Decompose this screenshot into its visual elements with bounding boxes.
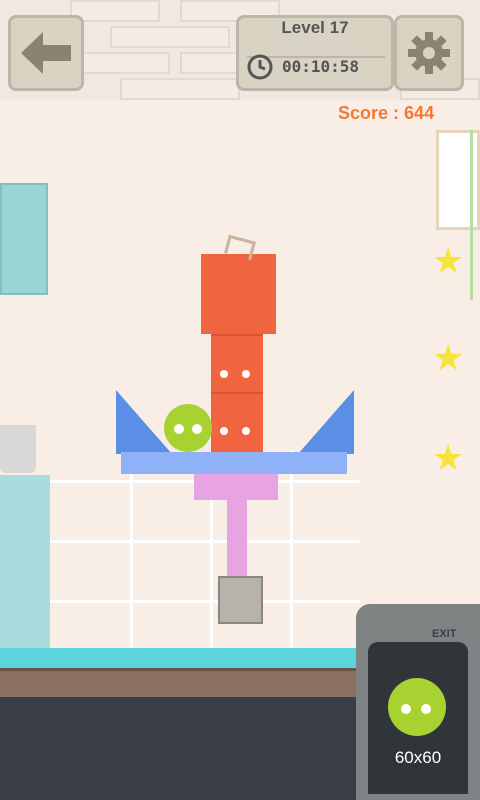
- level-indicator: Level 17: [250, 18, 380, 38]
- vine-decor: [470, 130, 473, 300]
- stone-base: [218, 576, 263, 624]
- eye: [174, 424, 184, 434]
- star-icon: ★: [432, 437, 465, 478]
- level-label: Level: [281, 18, 325, 37]
- eye: [242, 370, 250, 378]
- red-block-mid[interactable]: [211, 334, 263, 394]
- eye: [220, 370, 228, 378]
- blue-plank[interactable]: [121, 452, 347, 474]
- back-arrow-icon: [21, 32, 71, 74]
- pink-block[interactable]: [194, 474, 278, 500]
- score-label: Score :: [338, 103, 400, 123]
- eye: [242, 427, 250, 435]
- exit-label: EXIT: [432, 628, 457, 640]
- gear-icon: [408, 32, 450, 74]
- water-surface: [0, 648, 360, 670]
- ball-size-label: 60x60: [394, 748, 442, 767]
- eye: [421, 704, 431, 714]
- picture-frame-decor: [436, 130, 480, 230]
- counter-decor: [0, 475, 50, 655]
- settings-button[interactable]: [394, 15, 464, 91]
- cabinet-decor: [0, 183, 48, 295]
- star-icon: ★: [432, 240, 465, 281]
- level-number: 17: [329, 18, 349, 37]
- timer: 00:10:58: [282, 57, 360, 76]
- pot-decor: [0, 425, 36, 473]
- eye: [220, 427, 228, 435]
- ground-top: [0, 668, 360, 697]
- star-icon: ★: [432, 337, 465, 378]
- score-value: 644: [404, 103, 435, 123]
- eye: [192, 424, 202, 434]
- exit-ball: [388, 678, 446, 736]
- red-block-bottom[interactable]: [211, 392, 263, 452]
- pink-post: [227, 500, 247, 578]
- eye: [401, 704, 411, 714]
- clock-icon: [247, 54, 273, 80]
- red-block-top[interactable]: [201, 254, 276, 334]
- blue-triangle-right[interactable]: [296, 388, 358, 456]
- score-display: Score : 644: [338, 103, 434, 124]
- green-ball[interactable]: [164, 404, 212, 452]
- back-button[interactable]: [8, 15, 84, 91]
